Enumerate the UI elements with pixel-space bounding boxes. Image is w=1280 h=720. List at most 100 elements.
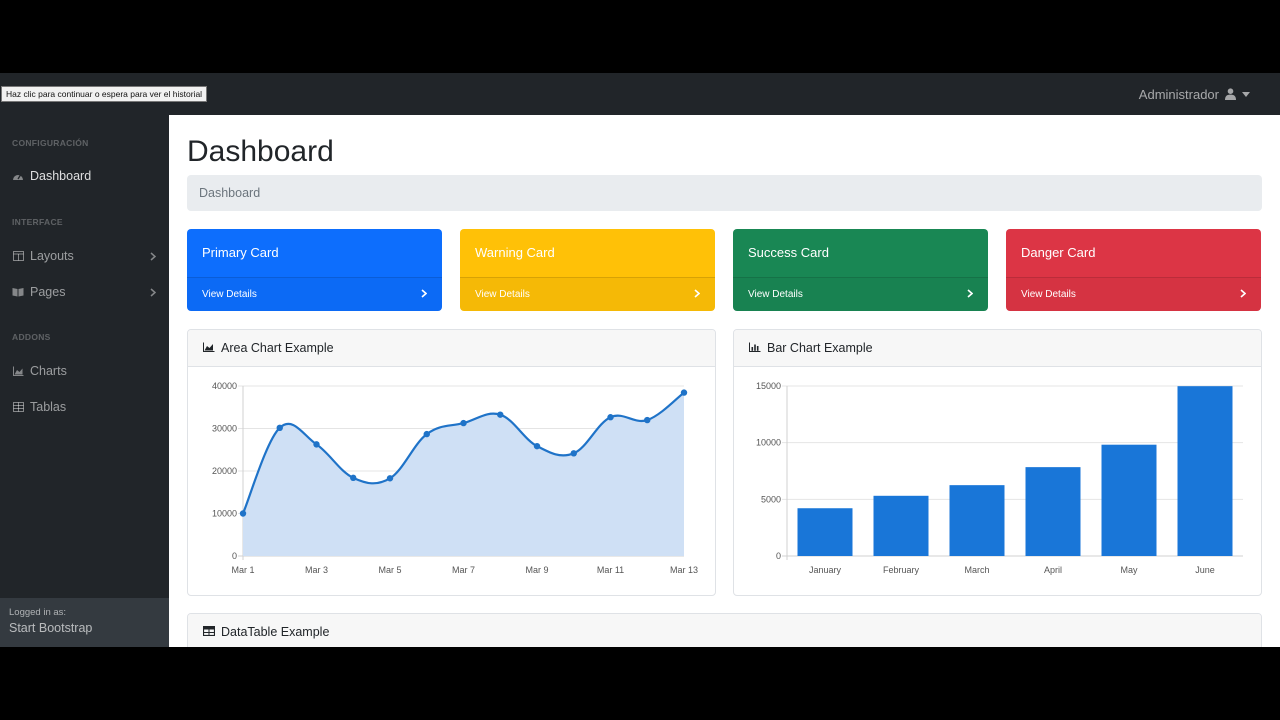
logged-in-user: Start Bootstrap <box>9 621 93 635</box>
primary-card: Primary Card View Details <box>187 229 442 311</box>
x-tick-label: May <box>1120 565 1138 575</box>
panel-title: Area Chart Example <box>221 341 334 355</box>
breadcrumb: Dashboard <box>187 175 1262 211</box>
tooltip: Haz clic para continuar o espera para ve… <box>1 86 208 102</box>
table-icon <box>12 401 24 413</box>
chevron-right-icon <box>1240 288 1247 301</box>
data-point <box>239 510 247 517</box>
card-title: Primary Card <box>202 245 279 260</box>
page-title: Dashboard <box>187 135 334 168</box>
view-details-link[interactable]: View Details <box>460 277 715 311</box>
bar-chart-icon <box>749 342 761 354</box>
top-navbar: Haz clic para continuar o espera para ve… <box>0 73 1280 115</box>
user-menu[interactable]: Administrador <box>1139 73 1250 115</box>
x-tick-label: Mar 13 <box>670 565 698 575</box>
sidebar: CONFIGURACIÓN Dashboard INTERFACE Layout… <box>0 115 169 647</box>
area-chart: 0 10000 20000 30000 40000 Mar 1 Mar 3 Mar 5 Mar … <box>212 381 698 575</box>
table-icon <box>203 626 215 638</box>
data-point <box>680 389 688 396</box>
breadcrumb-item: Dashboard <box>199 186 261 200</box>
view-details-link[interactable]: View Details <box>1006 277 1261 311</box>
bar <box>1101 444 1157 556</box>
area-fill <box>243 392 684 556</box>
sidebar-item-tablas[interactable]: Tablas <box>12 396 160 418</box>
x-tick-label: Mar 1 <box>231 565 254 575</box>
bar <box>797 508 853 556</box>
data-point <box>350 474 357 482</box>
book-open-icon <box>12 286 24 298</box>
x-tick-label: April <box>1044 565 1062 575</box>
data-point <box>497 411 504 418</box>
area-chart-icon <box>12 365 24 377</box>
chevron-right-icon <box>421 288 428 301</box>
x-tick-label: Mar 5 <box>378 565 401 575</box>
bar-chart: 0 5000 10000 15000 January February March April… <box>756 381 1243 575</box>
card-title: Warning Card <box>475 245 555 260</box>
bar <box>1177 386 1233 556</box>
view-details-label: View Details <box>475 289 530 300</box>
sidebar-item-pages[interactable]: Pages <box>12 281 160 303</box>
y-tick-label: 5000 <box>761 494 781 504</box>
x-tick-label: February <box>883 565 920 575</box>
letterbox-bottom <box>0 647 1280 720</box>
data-point <box>423 430 430 438</box>
app-window: Haz clic para continuar o espera para ve… <box>0 73 1280 647</box>
sidebar-item-label: Pages <box>30 285 66 299</box>
main-content: Dashboard Dashboard Primary Card View De… <box>169 115 1280 647</box>
data-point <box>386 475 394 482</box>
datatable-panel: DataTable Example <box>187 613 1262 647</box>
area-chart-icon <box>203 342 215 354</box>
panel-title: DataTable Example <box>221 625 330 639</box>
view-details-label: View Details <box>748 289 803 300</box>
bar <box>873 495 929 556</box>
panel-header: Area Chart Example <box>188 330 715 367</box>
x-tick-label: Mar 3 <box>305 565 328 575</box>
sidebar-heading-addons: ADDONS <box>12 332 51 342</box>
sidebar-footer: Logged in as: Start Bootstrap <box>0 598 169 647</box>
card-title: Success Card <box>748 245 829 260</box>
card-title: Danger Card <box>1021 245 1096 260</box>
user-menu-label: Administrador <box>1138 86 1219 102</box>
view-details-link[interactable]: View Details <box>187 277 442 311</box>
chevron-right-icon <box>694 288 701 301</box>
chevron-right-icon <box>967 288 974 301</box>
y-tick-label: 40000 <box>212 381 237 391</box>
panel-header: Bar Chart Example <box>734 330 1261 367</box>
x-tick-label: Mar 9 <box>525 565 548 575</box>
sidebar-item-layouts[interactable]: Layouts <box>12 245 160 267</box>
area-chart-panel: Area Chart Example 0 10000 20000 30000 40000… <box>187 329 716 596</box>
x-tick-label: March <box>964 565 989 575</box>
sidebar-item-label: Charts <box>30 364 67 378</box>
sidebar-item-label: Tablas <box>30 400 67 414</box>
panel-title: Bar Chart Example <box>767 341 873 355</box>
data-point <box>533 442 541 450</box>
y-tick-label: 30000 <box>212 424 237 434</box>
sidebar-item-dashboard[interactable]: Dashboard <box>12 165 160 187</box>
y-tick-label: 10000 <box>756 438 781 448</box>
x-tick-label: Mar 7 <box>452 565 475 575</box>
danger-card: Danger Card View Details <box>1006 229 1261 311</box>
view-details-label: View Details <box>1021 289 1076 300</box>
bar-chart-panel: Bar Chart Example 0 5000 10000 15000 January… <box>733 329 1262 596</box>
view-details-label: View Details <box>202 289 257 300</box>
caret-down-icon <box>1242 91 1250 97</box>
x-tick-label: June <box>1195 565 1215 575</box>
user-icon <box>1225 88 1236 100</box>
sidebar-item-charts[interactable]: Charts <box>12 360 160 382</box>
x-tick-label: Mar 11 <box>597 565 624 575</box>
data-point <box>313 441 320 448</box>
y-tick-label: 15000 <box>756 381 781 391</box>
view-details-link[interactable]: View Details <box>733 277 988 311</box>
logged-in-caption: Logged in as: <box>9 607 67 618</box>
bar <box>949 485 1005 556</box>
data-point <box>276 424 283 432</box>
sidebar-item-label: Dashboard <box>30 169 92 183</box>
sidebar-heading-configuracion: CONFIGURACIÓN <box>12 138 89 148</box>
y-tick-label: 10000 <box>212 509 237 519</box>
chevron-right-icon <box>150 286 157 300</box>
sidebar-item-label: Layouts <box>30 249 74 263</box>
data-point <box>644 416 651 424</box>
bar <box>1025 467 1081 556</box>
y-tick-label: 0 <box>232 551 237 561</box>
data-point <box>607 414 614 421</box>
